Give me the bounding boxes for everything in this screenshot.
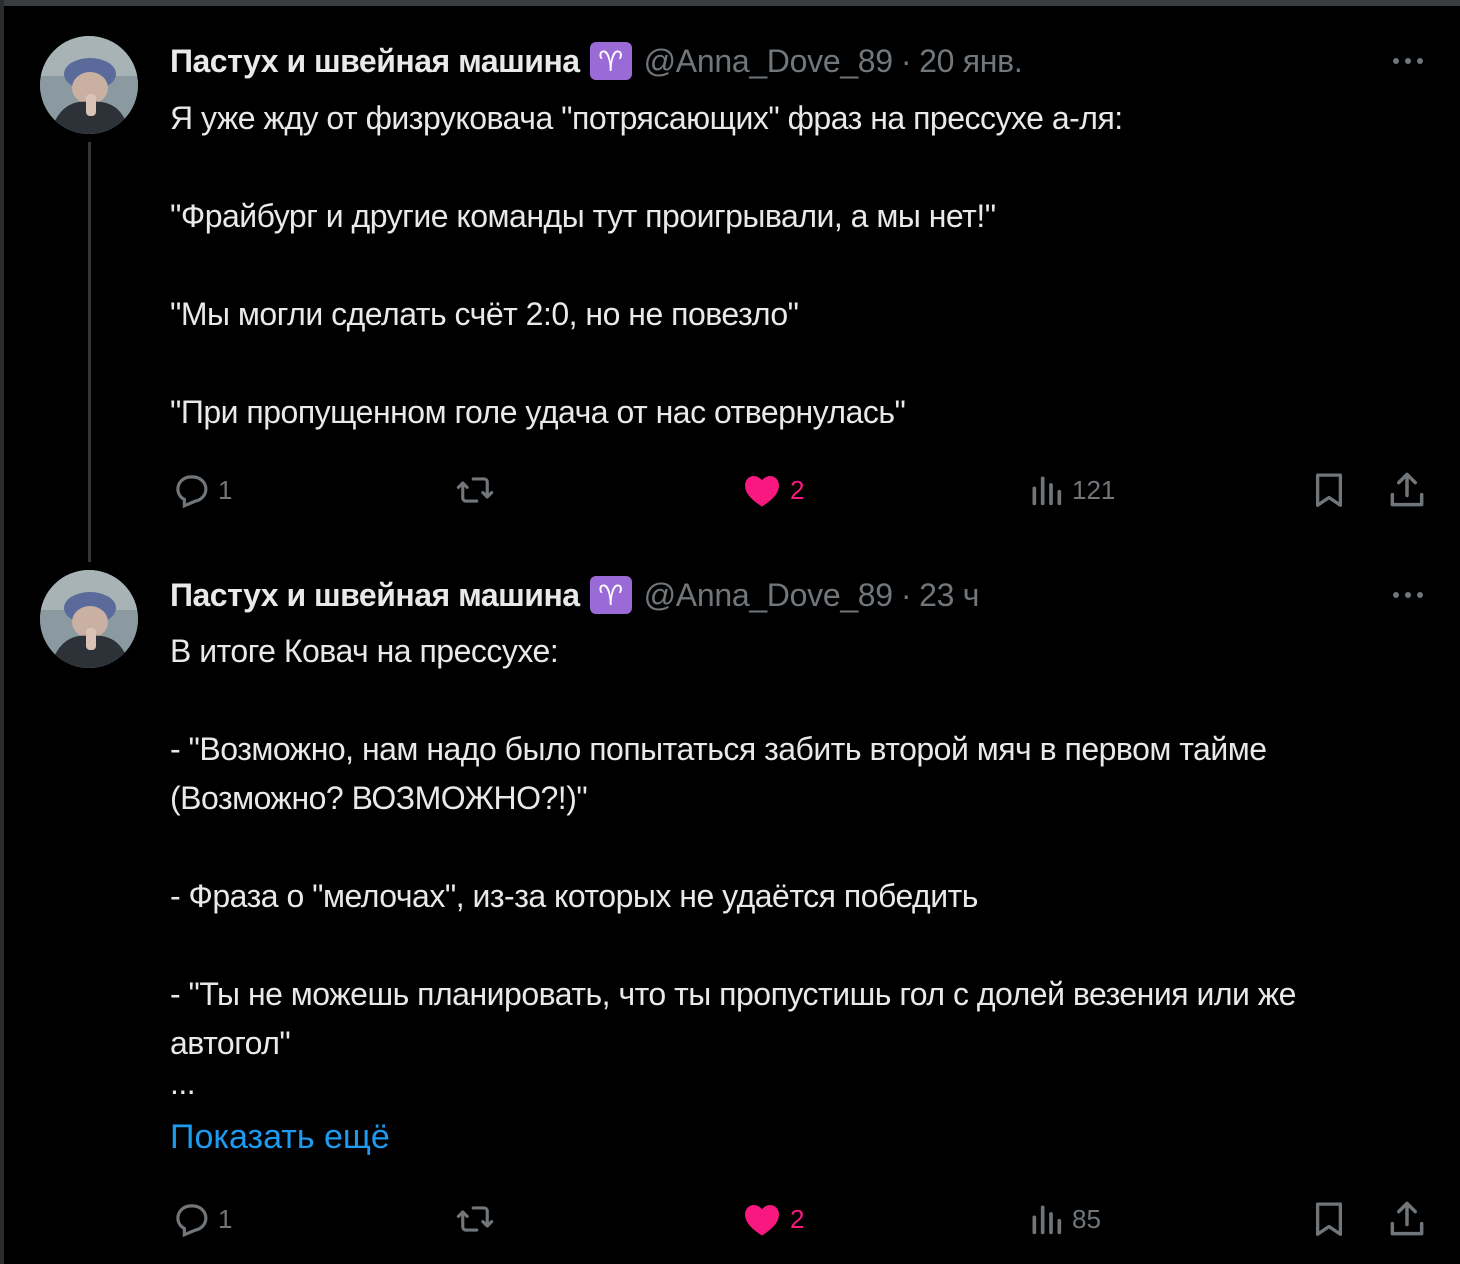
tweet-actions-bar: 1 2 85 — [170, 1194, 1432, 1244]
more-options-icon[interactable] — [1386, 580, 1430, 610]
reply-count: 1 — [218, 474, 233, 505]
thread-connector-line — [88, 142, 91, 562]
tweet-paragraph: - "Ты не можешь планировать, что ты проп… — [170, 976, 1305, 1061]
tweet-actions-bar: 1 2 121 — [170, 465, 1432, 515]
author-display-name[interactable]: Пастух и швейная машина — [170, 577, 580, 614]
bookmark-button[interactable] — [1308, 1194, 1350, 1244]
views-icon — [1032, 1205, 1062, 1235]
tweet[interactable]: Пастух и швейная машина ♈ @Anna_Dove_89 … — [0, 0, 1460, 562]
bookmark-icon — [1315, 1202, 1343, 1236]
header-separator: · — [900, 576, 912, 613]
repost-button[interactable] — [452, 465, 504, 515]
heart-icon — [745, 476, 779, 507]
views-count: 121 — [1072, 474, 1116, 505]
avatar[interactable] — [40, 570, 138, 668]
views-button[interactable]: 85 — [1026, 1194, 1101, 1244]
repost-icon — [456, 1206, 494, 1232]
bookmark-icon — [1315, 473, 1343, 507]
show-more-link[interactable]: Показать ещё — [170, 1118, 390, 1157]
avatar-image — [40, 570, 138, 668]
views-count: 85 — [1072, 1203, 1101, 1234]
tweet-paragraph: ... — [170, 1065, 196, 1101]
avatar-image — [40, 36, 138, 134]
tweet-header: Пастух и швейная машина ♈ @Anna_Dove_89 … — [170, 570, 979, 620]
like-button[interactable]: 2 — [740, 465, 804, 515]
aries-emoji-badge: ♈ — [589, 42, 632, 80]
tweet-paragraph: - Фраза о "мелочах", из-за которых не уд… — [170, 878, 978, 914]
author-handle[interactable]: @Anna_Dove_89 — [644, 43, 894, 80]
tweet-paragraph: "Фрайбург и другие команды тут проигрыва… — [170, 198, 996, 234]
tweet-text: Я уже жду от физруковача "потрясающих" ф… — [170, 94, 1400, 437]
bookmark-button[interactable] — [1308, 465, 1350, 515]
share-button[interactable] — [1384, 465, 1430, 515]
tweet-paragraph: "При пропущенном голе удача от нас отвер… — [170, 394, 906, 430]
avatar[interactable] — [40, 36, 138, 134]
tweet-header: Пастух и швейная машина ♈ @Anna_Dove_89 … — [170, 36, 1023, 86]
repost-button[interactable] — [452, 1194, 504, 1244]
reply-button[interactable]: 1 — [170, 465, 232, 515]
reply-button[interactable]: 1 — [170, 1194, 232, 1244]
heart-icon — [745, 1205, 779, 1236]
repost-icon — [456, 477, 494, 503]
tweet-paragraph: "Мы могли сделать счёт 2:0, но не повезл… — [170, 296, 799, 332]
tweet-paragraph: - "Возможно, нам надо было попытаться за… — [170, 731, 1275, 816]
tweet-timestamp[interactable]: 20 янв. — [919, 43, 1023, 80]
header-separator: · — [900, 42, 912, 79]
aries-emoji-badge: ♈ — [589, 576, 632, 614]
tweet-timestamp[interactable]: 23 ч — [919, 577, 979, 614]
like-button[interactable]: 2 — [740, 1194, 804, 1244]
reply-icon — [176, 1204, 208, 1238]
reply-count: 1 — [218, 1203, 233, 1234]
like-count: 2 — [790, 1203, 805, 1234]
author-handle[interactable]: @Anna_Dove_89 — [644, 577, 894, 614]
author-display-name[interactable]: Пастух и швейная машина — [170, 43, 580, 80]
like-count: 2 — [790, 474, 805, 505]
reply-icon — [176, 475, 208, 509]
views-button[interactable]: 121 — [1026, 465, 1115, 515]
tweet-text: В итоге Ковач на прессухе: - "Возможно, … — [170, 627, 1400, 1101]
views-icon — [1032, 476, 1062, 506]
share-icon — [1390, 1201, 1424, 1236]
share-icon — [1390, 472, 1424, 507]
tweet-paragraph: В итоге Ковач на прессухе: — [170, 633, 559, 669]
more-options-icon[interactable] — [1386, 46, 1430, 76]
share-button[interactable] — [1384, 1194, 1430, 1244]
tweet-paragraph: Я уже жду от физруковача "потрясающих" ф… — [170, 100, 1123, 136]
